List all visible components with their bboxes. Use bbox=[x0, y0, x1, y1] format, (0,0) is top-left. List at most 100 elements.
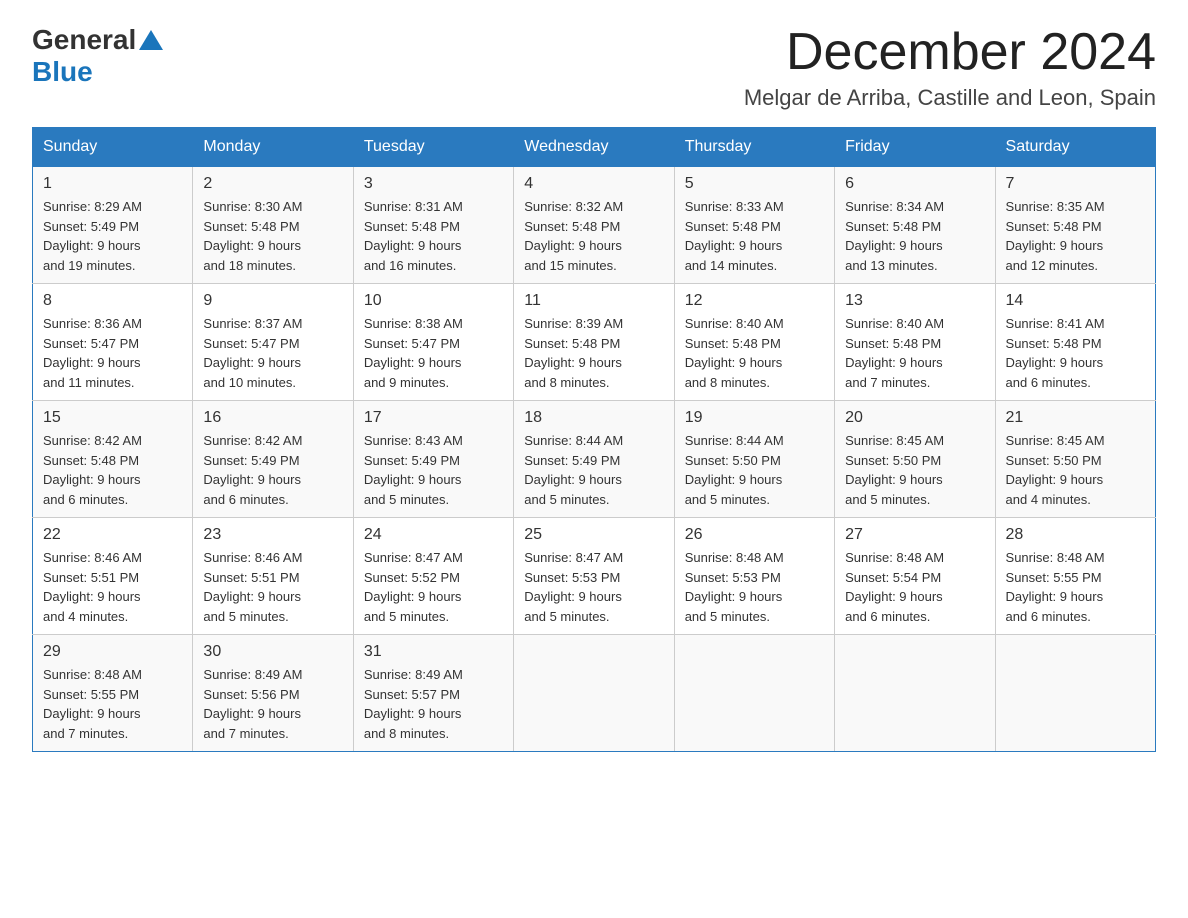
day-number: 24 bbox=[364, 526, 503, 544]
day-info: Sunrise: 8:44 AM Sunset: 5:49 PM Dayligh… bbox=[524, 431, 663, 509]
day-cell: 2 Sunrise: 8:30 AM Sunset: 5:48 PM Dayli… bbox=[193, 167, 353, 284]
day-number: 23 bbox=[203, 526, 342, 544]
day-cell: 29 Sunrise: 8:48 AM Sunset: 5:55 PM Dayl… bbox=[33, 635, 193, 752]
day-cell bbox=[514, 635, 674, 752]
day-info: Sunrise: 8:48 AM Sunset: 5:54 PM Dayligh… bbox=[845, 548, 984, 626]
day-info: Sunrise: 8:36 AM Sunset: 5:47 PM Dayligh… bbox=[43, 314, 182, 392]
day-number: 29 bbox=[43, 643, 182, 661]
page-header: General Blue December 2024 Melgar de Arr… bbox=[32, 24, 1156, 111]
day-info: Sunrise: 8:32 AM Sunset: 5:48 PM Dayligh… bbox=[524, 197, 663, 275]
day-info: Sunrise: 8:33 AM Sunset: 5:48 PM Dayligh… bbox=[685, 197, 824, 275]
day-number: 20 bbox=[845, 409, 984, 427]
day-cell: 17 Sunrise: 8:43 AM Sunset: 5:49 PM Dayl… bbox=[353, 401, 513, 518]
day-number: 8 bbox=[43, 292, 182, 310]
day-info: Sunrise: 8:48 AM Sunset: 5:53 PM Dayligh… bbox=[685, 548, 824, 626]
header-thursday: Thursday bbox=[674, 128, 834, 167]
day-number: 11 bbox=[524, 292, 663, 310]
day-cell: 1 Sunrise: 8:29 AM Sunset: 5:49 PM Dayli… bbox=[33, 167, 193, 284]
week-row-5: 29 Sunrise: 8:48 AM Sunset: 5:55 PM Dayl… bbox=[33, 635, 1156, 752]
logo: General Blue bbox=[32, 24, 166, 88]
day-cell: 27 Sunrise: 8:48 AM Sunset: 5:54 PM Dayl… bbox=[835, 518, 995, 635]
day-cell bbox=[995, 635, 1155, 752]
day-number: 18 bbox=[524, 409, 663, 427]
header-sunday: Sunday bbox=[33, 128, 193, 167]
day-info: Sunrise: 8:42 AM Sunset: 5:48 PM Dayligh… bbox=[43, 431, 182, 509]
day-cell: 6 Sunrise: 8:34 AM Sunset: 5:48 PM Dayli… bbox=[835, 167, 995, 284]
day-cell: 18 Sunrise: 8:44 AM Sunset: 5:49 PM Dayl… bbox=[514, 401, 674, 518]
day-number: 17 bbox=[364, 409, 503, 427]
day-number: 2 bbox=[203, 175, 342, 193]
day-cell: 24 Sunrise: 8:47 AM Sunset: 5:52 PM Dayl… bbox=[353, 518, 513, 635]
day-info: Sunrise: 8:49 AM Sunset: 5:56 PM Dayligh… bbox=[203, 665, 342, 743]
header-wednesday: Wednesday bbox=[514, 128, 674, 167]
day-cell: 4 Sunrise: 8:32 AM Sunset: 5:48 PM Dayli… bbox=[514, 167, 674, 284]
day-info: Sunrise: 8:45 AM Sunset: 5:50 PM Dayligh… bbox=[1006, 431, 1145, 509]
day-number: 6 bbox=[845, 175, 984, 193]
day-cell: 26 Sunrise: 8:48 AM Sunset: 5:53 PM Dayl… bbox=[674, 518, 834, 635]
day-info: Sunrise: 8:42 AM Sunset: 5:49 PM Dayligh… bbox=[203, 431, 342, 509]
day-cell: 12 Sunrise: 8:40 AM Sunset: 5:48 PM Dayl… bbox=[674, 284, 834, 401]
day-number: 21 bbox=[1006, 409, 1145, 427]
day-number: 27 bbox=[845, 526, 984, 544]
day-number: 14 bbox=[1006, 292, 1145, 310]
day-cell: 30 Sunrise: 8:49 AM Sunset: 5:56 PM Dayl… bbox=[193, 635, 353, 752]
day-number: 26 bbox=[685, 526, 824, 544]
day-cell: 3 Sunrise: 8:31 AM Sunset: 5:48 PM Dayli… bbox=[353, 167, 513, 284]
title-section: December 2024 Melgar de Arriba, Castille… bbox=[744, 24, 1156, 111]
day-cell: 23 Sunrise: 8:46 AM Sunset: 5:51 PM Dayl… bbox=[193, 518, 353, 635]
day-info: Sunrise: 8:46 AM Sunset: 5:51 PM Dayligh… bbox=[43, 548, 182, 626]
day-cell: 25 Sunrise: 8:47 AM Sunset: 5:53 PM Dayl… bbox=[514, 518, 674, 635]
day-info: Sunrise: 8:44 AM Sunset: 5:50 PM Dayligh… bbox=[685, 431, 824, 509]
day-cell: 7 Sunrise: 8:35 AM Sunset: 5:48 PM Dayli… bbox=[995, 167, 1155, 284]
day-number: 3 bbox=[364, 175, 503, 193]
day-cell: 28 Sunrise: 8:48 AM Sunset: 5:55 PM Dayl… bbox=[995, 518, 1155, 635]
logo-general-text: General bbox=[32, 24, 136, 56]
week-row-4: 22 Sunrise: 8:46 AM Sunset: 5:51 PM Dayl… bbox=[33, 518, 1156, 635]
day-number: 19 bbox=[685, 409, 824, 427]
day-number: 12 bbox=[685, 292, 824, 310]
day-number: 5 bbox=[685, 175, 824, 193]
day-cell: 21 Sunrise: 8:45 AM Sunset: 5:50 PM Dayl… bbox=[995, 401, 1155, 518]
day-number: 7 bbox=[1006, 175, 1145, 193]
day-cell: 22 Sunrise: 8:46 AM Sunset: 5:51 PM Dayl… bbox=[33, 518, 193, 635]
day-number: 9 bbox=[203, 292, 342, 310]
day-cell bbox=[674, 635, 834, 752]
day-cell: 13 Sunrise: 8:40 AM Sunset: 5:48 PM Dayl… bbox=[835, 284, 995, 401]
month-title: December 2024 bbox=[744, 24, 1156, 81]
day-cell: 16 Sunrise: 8:42 AM Sunset: 5:49 PM Dayl… bbox=[193, 401, 353, 518]
day-cell: 9 Sunrise: 8:37 AM Sunset: 5:47 PM Dayli… bbox=[193, 284, 353, 401]
day-cell: 8 Sunrise: 8:36 AM Sunset: 5:47 PM Dayli… bbox=[33, 284, 193, 401]
week-row-3: 15 Sunrise: 8:42 AM Sunset: 5:48 PM Dayl… bbox=[33, 401, 1156, 518]
day-cell: 10 Sunrise: 8:38 AM Sunset: 5:47 PM Dayl… bbox=[353, 284, 513, 401]
calendar-header-row: SundayMondayTuesdayWednesdayThursdayFrid… bbox=[33, 128, 1156, 167]
header-monday: Monday bbox=[193, 128, 353, 167]
day-cell: 14 Sunrise: 8:41 AM Sunset: 5:48 PM Dayl… bbox=[995, 284, 1155, 401]
day-info: Sunrise: 8:29 AM Sunset: 5:49 PM Dayligh… bbox=[43, 197, 182, 275]
day-number: 16 bbox=[203, 409, 342, 427]
day-number: 10 bbox=[364, 292, 503, 310]
day-cell: 15 Sunrise: 8:42 AM Sunset: 5:48 PM Dayl… bbox=[33, 401, 193, 518]
day-number: 25 bbox=[524, 526, 663, 544]
logo-triangle-icon bbox=[139, 30, 163, 50]
day-cell: 11 Sunrise: 8:39 AM Sunset: 5:48 PM Dayl… bbox=[514, 284, 674, 401]
day-info: Sunrise: 8:43 AM Sunset: 5:49 PM Dayligh… bbox=[364, 431, 503, 509]
day-info: Sunrise: 8:39 AM Sunset: 5:48 PM Dayligh… bbox=[524, 314, 663, 392]
logo-blue-text: Blue bbox=[32, 56, 93, 88]
day-info: Sunrise: 8:37 AM Sunset: 5:47 PM Dayligh… bbox=[203, 314, 342, 392]
day-info: Sunrise: 8:41 AM Sunset: 5:48 PM Dayligh… bbox=[1006, 314, 1145, 392]
day-number: 1 bbox=[43, 175, 182, 193]
day-info: Sunrise: 8:31 AM Sunset: 5:48 PM Dayligh… bbox=[364, 197, 503, 275]
day-info: Sunrise: 8:38 AM Sunset: 5:47 PM Dayligh… bbox=[364, 314, 503, 392]
header-friday: Friday bbox=[835, 128, 995, 167]
day-cell bbox=[835, 635, 995, 752]
day-number: 28 bbox=[1006, 526, 1145, 544]
day-info: Sunrise: 8:46 AM Sunset: 5:51 PM Dayligh… bbox=[203, 548, 342, 626]
day-number: 4 bbox=[524, 175, 663, 193]
day-info: Sunrise: 8:47 AM Sunset: 5:53 PM Dayligh… bbox=[524, 548, 663, 626]
day-info: Sunrise: 8:48 AM Sunset: 5:55 PM Dayligh… bbox=[1006, 548, 1145, 626]
week-row-2: 8 Sunrise: 8:36 AM Sunset: 5:47 PM Dayli… bbox=[33, 284, 1156, 401]
header-saturday: Saturday bbox=[995, 128, 1155, 167]
day-number: 15 bbox=[43, 409, 182, 427]
day-info: Sunrise: 8:49 AM Sunset: 5:57 PM Dayligh… bbox=[364, 665, 503, 743]
day-info: Sunrise: 8:35 AM Sunset: 5:48 PM Dayligh… bbox=[1006, 197, 1145, 275]
